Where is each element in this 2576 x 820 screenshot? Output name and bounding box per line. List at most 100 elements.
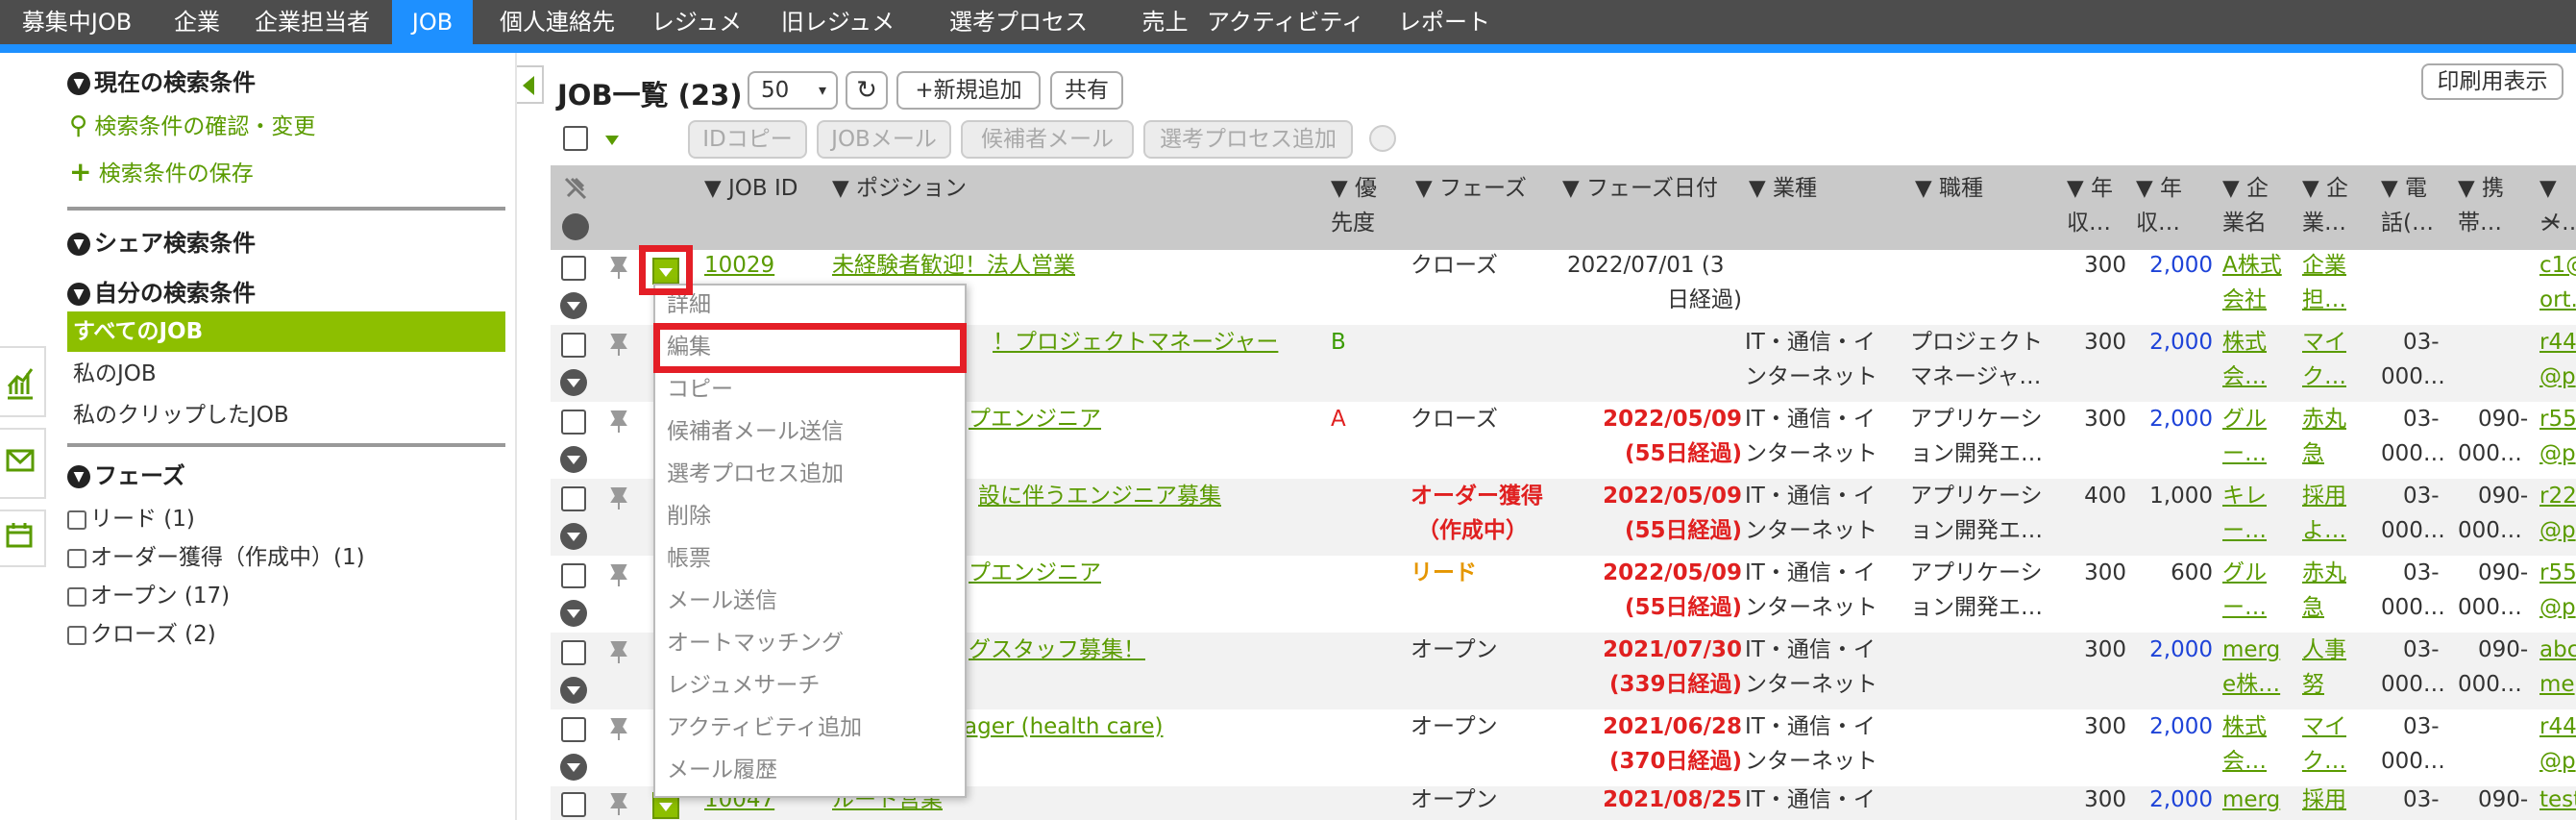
phase-filter-lead[interactable]: リード (1) [67,500,195,533]
header-job-id[interactable]: ▼ JOB ID [704,171,797,206]
nav-item-activity[interactable]: アクティビティ [1190,0,1382,44]
play-icon[interactable] [1369,125,1396,152]
company-link-2[interactable]: 会社 [2222,283,2267,317]
pin-icon[interactable] [608,485,629,509]
menu-item-resume-search[interactable]: レジュメサーチ [667,666,820,705]
menu-item-send-mail[interactable]: メール送信 [667,582,777,620]
email-link-2[interactable]: @p [2539,513,2576,548]
checkbox[interactable] [67,548,86,568]
company-rep-link[interactable]: マイ [2302,709,2346,744]
id-copy-button[interactable]: IDコピー [688,120,807,159]
menu-item-add-selection-process[interactable]: 選考プロセス追加 [667,455,844,493]
company-rep-link[interactable]: 採用 [2302,783,2346,817]
company-link[interactable]: merg [2222,633,2280,667]
checkbox[interactable] [67,625,86,645]
phase-filter-order[interactable]: オーダー獲得（作成中）(1) [67,538,365,571]
add-selection-process-button[interactable]: 選考プロセス追加 [1143,120,1353,159]
nav-item-report[interactable]: レポート [1382,0,1507,44]
company-link[interactable]: merg [2222,783,2280,817]
row-checkbox[interactable] [561,410,586,435]
phase-heading[interactable]: ▼ フェーズ [67,457,185,490]
row-expand-icon[interactable] [560,369,587,396]
header-priority[interactable]: ▼ 優 [1331,171,1377,206]
position-link[interactable]: プエンジニア [969,402,1101,436]
row-checkbox[interactable] [561,486,586,511]
email-link-2[interactable]: @p [2539,360,2576,394]
position-link[interactable]: 未経験者歓迎！法人営業 [832,248,1075,283]
company-rep-link-2[interactable]: 急 [2302,436,2324,471]
company-rep-link[interactable]: マイ [2302,325,2346,360]
row-checkbox[interactable] [561,256,586,281]
nav-item-companies[interactable]: 企業 [154,0,240,44]
row-expand-icon[interactable] [560,523,587,550]
row-expand-icon[interactable] [560,292,587,319]
per-page-select[interactable]: 50 ▾ [748,71,838,110]
company-rep-link[interactable]: 企業 [2302,248,2346,283]
menu-item-delete[interactable]: 削除 [667,497,711,535]
header-phase-date[interactable]: ▼ フェーズ日付 [1562,171,1718,206]
row-checkbox[interactable] [561,717,586,742]
job-id-link[interactable]: 10029 [704,248,774,283]
checkbox[interactable] [67,509,86,530]
side-tab-calendar[interactable] [0,509,46,567]
print-view-button[interactable]: 印刷用表示 [2421,63,2564,100]
company-link[interactable]: キレ [2222,479,2267,513]
company-link[interactable]: グル [2222,402,2267,436]
side-tab-mail[interactable] [0,428,46,499]
share-button[interactable]: 共有 [1050,71,1123,110]
phase-filter-open[interactable]: オープン (17) [67,577,230,609]
company-rep-link-2[interactable]: 努 [2302,667,2324,702]
header-position[interactable]: ▼ ポジション [832,171,967,206]
my-search-heading[interactable]: ▼ 自分の検索条件 [67,274,256,308]
pin-icon[interactable] [608,408,629,433]
filter-my-jobs[interactable]: 私のJOB [67,354,505,394]
header-menu-icon[interactable] [562,213,589,240]
email-link-2[interactable]: ort. [2539,283,2576,317]
company-link-2[interactable]: ー… [2222,590,2267,625]
nav-item-open-jobs[interactable]: 募集中JOB [0,0,154,44]
nav-item-company-reps[interactable]: 企業担当者 [240,0,384,44]
nav-item-old-resumes[interactable]: 旧レジュメ [761,0,915,44]
position-link[interactable]: ！プロジェクトマネージャー [993,325,1278,360]
pin-icon[interactable] [608,715,629,740]
nav-item-job[interactable]: JOB [392,0,473,44]
row-checkbox[interactable] [561,333,586,358]
menu-item-form[interactable]: 帳票 [667,539,711,578]
company-rep-link-2[interactable]: 急 [2302,590,2324,625]
company-link[interactable]: グル [2222,556,2267,590]
pin-icon[interactable] [608,331,629,356]
menu-item-add-activity[interactable]: アクティビティ追加 [667,708,862,747]
header-industry[interactable]: ▼ 業種 [1749,171,1817,206]
header-occupation[interactable]: ▼ 職種 [1915,171,1983,206]
email-link[interactable]: r44 [2539,325,2576,360]
company-link-2[interactable]: ー… [2222,436,2267,471]
email-link-2[interactable]: @p [2539,590,2576,625]
menu-item-mail-history[interactable]: メール履歴 [667,751,777,789]
company-rep-link-2[interactable]: ク… [2302,360,2346,394]
filter-my-clipped-jobs[interactable]: 私のクリップしたJOB [67,395,505,435]
caret-down-icon[interactable] [605,136,619,145]
email-link-2[interactable]: @p [2539,744,2576,779]
save-conditions-link[interactable]: + 検索条件の保存 [69,155,254,187]
pin-icon[interactable] [608,254,629,279]
company-link-2[interactable]: 会… [2222,744,2267,779]
row-expand-icon[interactable] [560,446,587,473]
menu-item-candidate-mail[interactable]: 候補者メール送信 [667,412,844,451]
position-link[interactable]: グスタッフ募集！ [969,633,1145,667]
email-link[interactable]: r22 [2539,479,2576,513]
email-link-2[interactable]: @p [2539,436,2576,471]
share-search-heading[interactable]: ▼ シェア検索条件 [67,224,256,258]
email-link[interactable]: r55 [2539,556,2576,590]
phase-filter-close[interactable]: クローズ (2) [67,615,216,648]
side-tab-report[interactable] [0,346,46,417]
check-conditions-link[interactable]: ⚲ 検索条件の確認・変更 [69,108,315,140]
company-link[interactable]: 株式 [2222,325,2267,360]
header-salary-min[interactable]: ▼ 年 [2067,171,2113,206]
pin-icon[interactable] [608,790,629,815]
position-link[interactable]: ager (health care) [964,709,1164,744]
menu-item-copy[interactable]: コピー [667,370,733,409]
company-rep-link[interactable]: 人事 [2302,633,2346,667]
company-rep-link-2[interactable]: ク… [2302,744,2346,779]
candidate-mail-button[interactable]: 候補者メール [961,120,1134,159]
company-link-2[interactable]: e株… [2222,667,2280,702]
